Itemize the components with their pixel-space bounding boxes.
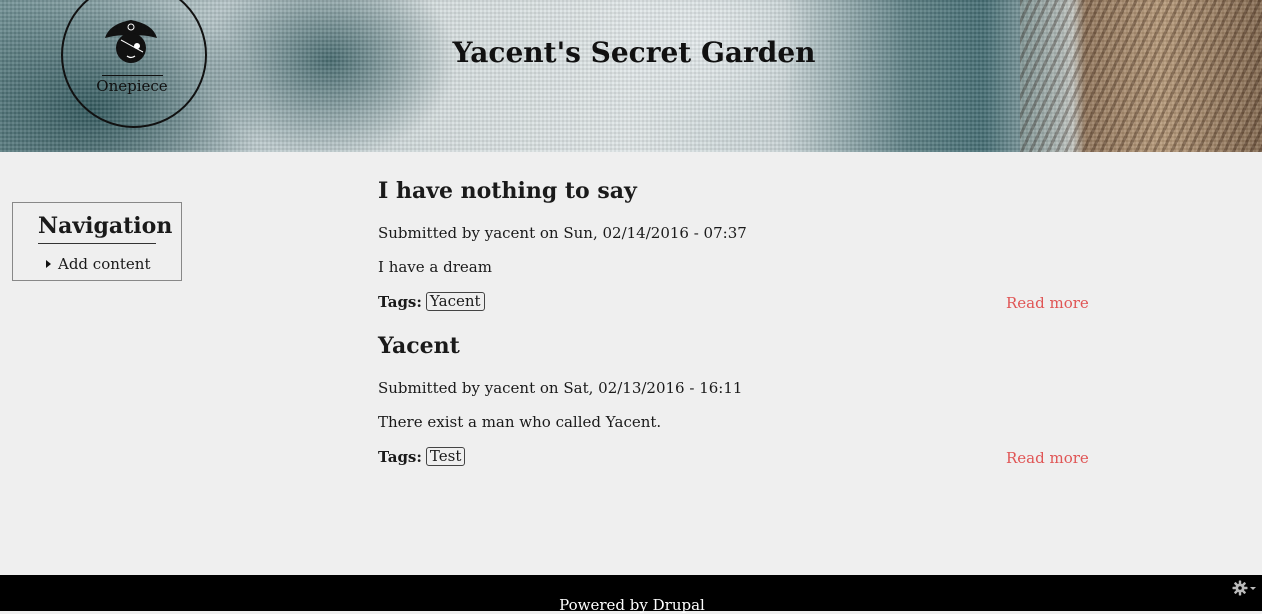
tags-label: Tags: xyxy=(378,447,422,466)
navigation-block: Navigation Add content xyxy=(12,202,182,281)
tags-label: Tags: xyxy=(378,292,422,311)
author-link[interactable]: yacent xyxy=(485,379,535,397)
gear-icon[interactable] xyxy=(1232,580,1258,596)
site-header: Onepiece Yacent's Secret Garden xyxy=(0,0,1262,152)
submitted-date: on Sat, 02/13/2016 - 16:11 xyxy=(539,379,743,397)
tag-link[interactable]: Test xyxy=(425,447,466,466)
read-more-link[interactable]: Read more xyxy=(1006,449,1089,467)
article-tags: Tags: Test xyxy=(378,447,466,466)
powered-by-text[interactable]: Powered by Drupal xyxy=(0,596,1262,614)
article-body: There exist a man who called Yacent. xyxy=(378,413,662,431)
read-more-link[interactable]: Read more xyxy=(1006,294,1089,312)
author-link[interactable]: yacent xyxy=(485,224,535,242)
submitted-prefix: Submitted by xyxy=(378,379,480,397)
article-body: I have a dream xyxy=(378,258,492,276)
navigation-title: Navigation xyxy=(38,213,172,244)
article-title[interactable]: I have nothing to say xyxy=(378,178,637,204)
logo-text[interactable]: Onepiece xyxy=(96,77,168,95)
article-tags: Tags: Yacent xyxy=(378,292,485,311)
article-submitted: Submitted by yacent on Sat, 02/13/2016 -… xyxy=(378,379,742,397)
article-submitted: Submitted by yacent on Sun, 02/14/2016 -… xyxy=(378,224,747,242)
tag-link[interactable]: Yacent xyxy=(425,292,485,311)
sidebar-item-add-content[interactable]: Add content xyxy=(46,255,151,273)
submitted-prefix: Submitted by xyxy=(378,224,480,242)
site-title[interactable]: Yacent's Secret Garden xyxy=(0,36,1262,69)
bullet-arrow-icon xyxy=(46,260,51,268)
sidebar-item-label[interactable]: Add content xyxy=(58,255,151,273)
logo-underline xyxy=(102,75,163,76)
article-title[interactable]: Yacent xyxy=(378,333,460,359)
site-footer: Powered by Drupal xyxy=(0,575,1262,614)
chevron-down-icon xyxy=(1250,587,1256,590)
submitted-date: on Sun, 02/14/2016 - 07:37 xyxy=(539,224,747,242)
